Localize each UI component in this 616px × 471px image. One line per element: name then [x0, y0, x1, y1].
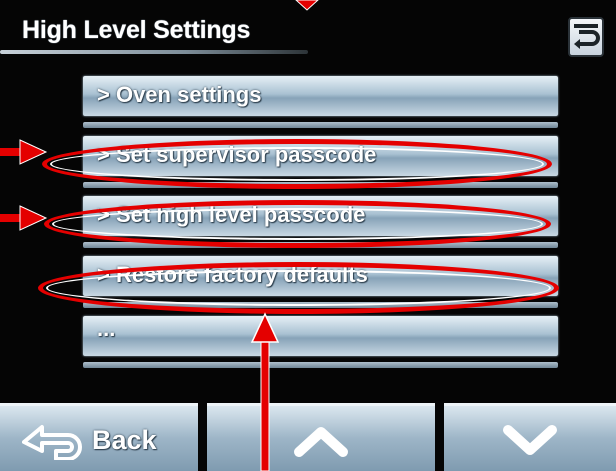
scroll-up-button[interactable] — [207, 403, 435, 471]
menu-item-oven-settings[interactable]: > Oven settings — [83, 76, 558, 128]
back-label: Back — [92, 425, 157, 455]
title-underline — [0, 50, 308, 54]
menu-item-label: > Oven settings — [97, 82, 262, 107]
chevron-up-icon — [294, 427, 348, 457]
highlight-ellipse-factory-defaults — [38, 262, 559, 314]
back-button[interactable]: Back — [0, 403, 198, 471]
page-title: High Level Settings — [22, 16, 251, 44]
highlight-ellipse-high-level — [44, 200, 551, 248]
highlight-ellipse-supervisor — [42, 139, 552, 189]
bottom-navigation: Back — [0, 403, 616, 471]
return-button[interactable] — [568, 17, 604, 57]
scroll-down-button[interactable] — [444, 403, 616, 471]
back-arrow-icon — [22, 425, 82, 460]
chevron-down-icon — [503, 425, 557, 455]
header: High Level Settings — [0, 0, 616, 62]
menu-item-label: ... — [97, 316, 116, 341]
menu-item-more[interactable]: ... — [83, 316, 558, 368]
return-arrow-icon — [574, 24, 600, 49]
